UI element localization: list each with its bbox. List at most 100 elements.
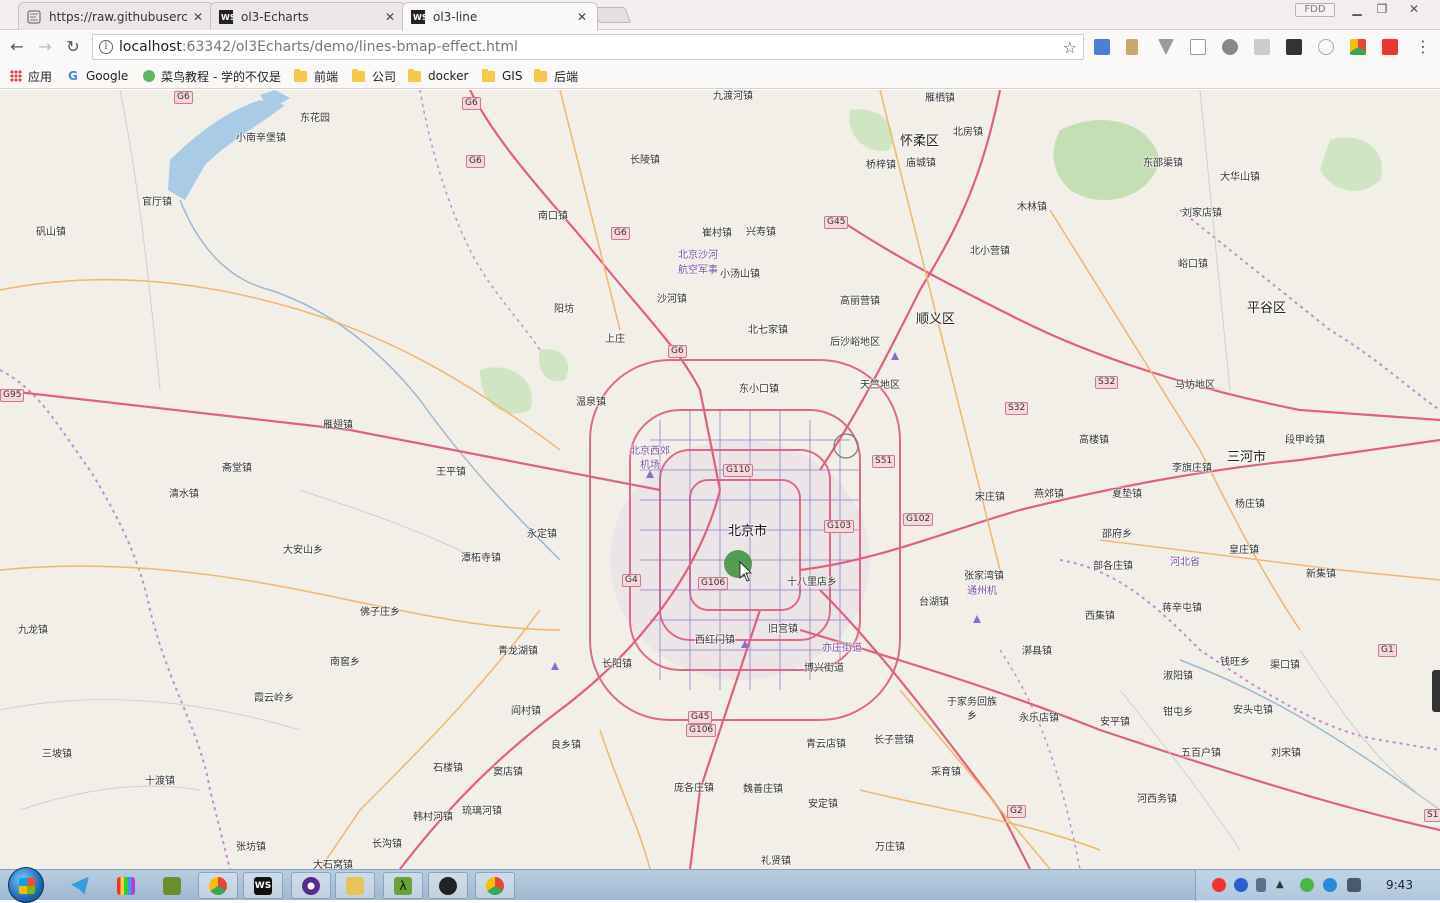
bookmark-folder-frontend[interactable]: 前端 bbox=[294, 67, 338, 85]
bookmark-folder-gis[interactable]: GIS bbox=[482, 67, 522, 85]
place-label: 庙城镇 bbox=[906, 158, 936, 169]
place-label: 夏垫镇 bbox=[1112, 489, 1142, 500]
info-icon[interactable]: i bbox=[99, 40, 113, 54]
incognito-extension-icon[interactable] bbox=[1286, 39, 1302, 55]
apps-grid-icon bbox=[10, 70, 22, 82]
place-label: 部各庄镇 bbox=[1093, 561, 1133, 572]
folder-icon bbox=[408, 68, 421, 82]
place-label: 北京西郊 bbox=[630, 446, 670, 457]
place-label: 上庄 bbox=[605, 334, 625, 345]
tab-github[interactable]: https://raw.githubuserc ✕ bbox=[18, 2, 214, 30]
tab-title: ol3-Echarts bbox=[241, 9, 309, 24]
restore-button[interactable]: ❐ bbox=[1368, 0, 1396, 18]
circle-extension-icon[interactable] bbox=[1318, 39, 1334, 55]
notes-extension-icon[interactable] bbox=[1190, 39, 1206, 55]
place-label: 大安山乡 bbox=[283, 545, 323, 556]
vue-devtools-icon[interactable] bbox=[1158, 39, 1174, 55]
place-label: 李旗庄镇 bbox=[1172, 463, 1212, 474]
bookmark-folder-company[interactable]: 公司 bbox=[352, 67, 396, 85]
window-extension-icon[interactable] bbox=[1254, 39, 1270, 55]
star-tray-icon[interactable] bbox=[1323, 878, 1337, 892]
recycle-extension-icon[interactable] bbox=[1222, 39, 1238, 55]
address-bar[interactable]: i localhost:63342/ol3Echarts/demo/lines-… bbox=[92, 34, 1084, 60]
place-label: 小汤山镇 bbox=[720, 269, 760, 280]
forest-area bbox=[1320, 137, 1382, 191]
wechat-icon[interactable] bbox=[1300, 878, 1314, 892]
network-icon[interactable] bbox=[1347, 878, 1361, 892]
place-label: 天竺地区 bbox=[860, 380, 900, 391]
place-label: 九龙镇 bbox=[18, 625, 48, 636]
taskbar-clock[interactable]: 9:43 bbox=[1386, 878, 1413, 892]
highway-shield: G4 bbox=[622, 574, 641, 587]
help-icon[interactable] bbox=[1234, 878, 1248, 892]
place-label: 西红门镇 bbox=[695, 635, 735, 646]
taskbar-app-lambda[interactable]: λ bbox=[383, 872, 423, 899]
side-panel-handle[interactable] bbox=[1432, 670, 1440, 712]
bookmark-folder-backend[interactable]: 后端 bbox=[534, 67, 578, 85]
tab-title: ol3-line bbox=[433, 10, 478, 24]
inkscape-icon bbox=[439, 876, 457, 895]
chrome-extension-icon[interactable] bbox=[1350, 39, 1366, 55]
bookmark-runoob[interactable]: 菜鸟教程 - 学的不仅是 bbox=[143, 67, 281, 85]
place-label: 西集镇 bbox=[1085, 611, 1115, 622]
close-window-button[interactable]: ✕ bbox=[1400, 0, 1428, 18]
highway-shield: G2 bbox=[1007, 805, 1026, 818]
tab-close-icon[interactable]: ✕ bbox=[383, 10, 397, 24]
keyboard-icon[interactable] bbox=[1256, 878, 1266, 892]
taskbar-app-lambda-green[interactable] bbox=[152, 872, 192, 899]
taskbar-app-inkscape[interactable] bbox=[428, 872, 468, 899]
minimize-button[interactable]: ▁ bbox=[1343, 0, 1371, 18]
place-label: 长沟镇 bbox=[372, 839, 402, 850]
place-label: 安平镇 bbox=[1100, 717, 1130, 728]
tab-close-icon[interactable]: ✕ bbox=[575, 10, 589, 24]
tab-title: https://raw.githubuserc bbox=[49, 9, 188, 24]
taskbar-app-telegram[interactable] bbox=[60, 872, 100, 899]
highway-shield: G106 bbox=[698, 577, 729, 590]
river bbox=[1179, 659, 1440, 811]
place-label: 北京市 bbox=[728, 524, 768, 539]
translate-extension-icon[interactable] bbox=[1094, 39, 1110, 55]
place-label: 南口镇 bbox=[538, 211, 568, 222]
color-bars-icon bbox=[117, 876, 135, 895]
place-label: 永乐店镇 bbox=[1019, 713, 1059, 724]
show-hidden-icons-icon[interactable]: ▲ bbox=[1276, 878, 1286, 892]
taskbar-app-webstorm[interactable]: WS bbox=[243, 872, 283, 899]
place-label: 霞云岭乡 bbox=[254, 693, 294, 704]
hammer-extension-icon[interactable] bbox=[1126, 39, 1138, 55]
profile-label[interactable]: FDD bbox=[1295, 3, 1335, 17]
start-button[interactable] bbox=[8, 867, 44, 903]
sogou-ime-icon[interactable] bbox=[1212, 878, 1226, 892]
bookmark-star-icon[interactable]: ☆ bbox=[1063, 38, 1077, 57]
reload-button[interactable]: ↻ bbox=[62, 37, 84, 57]
map-view[interactable]: 小南辛堡镇 东花园 官厅镇 矾山镇 九渡河镇 怀柔区 北房镇 雁栖镇 长陵镇 桥… bbox=[0, 90, 1440, 869]
tab-close-icon[interactable]: ✕ bbox=[191, 10, 205, 24]
tab-ol3-echarts[interactable]: WS ol3-Echarts ✕ bbox=[210, 2, 406, 30]
taskbar-app-colors[interactable] bbox=[106, 872, 146, 899]
taskbar-app-explorer[interactable] bbox=[335, 872, 375, 899]
taskbar-app-chrome-2[interactable] bbox=[475, 872, 515, 899]
new-tab-button[interactable] bbox=[593, 7, 631, 23]
back-button[interactable]: ← bbox=[6, 37, 28, 57]
place-label: 雁栖镇 bbox=[925, 93, 955, 104]
place-label: 峪口镇 bbox=[1178, 259, 1208, 270]
tab-ol3-line[interactable]: WS ol3-line ✕ bbox=[402, 2, 598, 31]
forward-button[interactable]: → bbox=[34, 37, 56, 57]
place-label: 礼贤镇 bbox=[761, 856, 791, 867]
github-icon bbox=[27, 10, 41, 23]
place-label: 潭柘寺镇 bbox=[461, 553, 501, 564]
folder-icon bbox=[352, 68, 365, 82]
taskbar-app-purple[interactable] bbox=[291, 872, 331, 899]
bookmark-folder-docker[interactable]: docker bbox=[408, 67, 468, 85]
place-label: 崔村镇 bbox=[702, 228, 732, 239]
place-label: 邵府乡 bbox=[1102, 529, 1132, 540]
bookmark-apps[interactable]: 应用 bbox=[10, 67, 52, 85]
place-label: 通州机 bbox=[967, 586, 997, 597]
highway-shield: S32 bbox=[1005, 402, 1029, 415]
svg-text:WS: WS bbox=[413, 13, 425, 22]
menu-icon[interactable]: ⋮ bbox=[1412, 37, 1434, 57]
place-label: 王平镇 bbox=[436, 467, 466, 478]
fe-extension-icon[interactable] bbox=[1382, 39, 1398, 55]
place-label: 永定镇 bbox=[527, 529, 557, 540]
taskbar-app-chrome[interactable] bbox=[198, 872, 238, 899]
bookmark-google[interactable]: G Google bbox=[68, 67, 128, 85]
